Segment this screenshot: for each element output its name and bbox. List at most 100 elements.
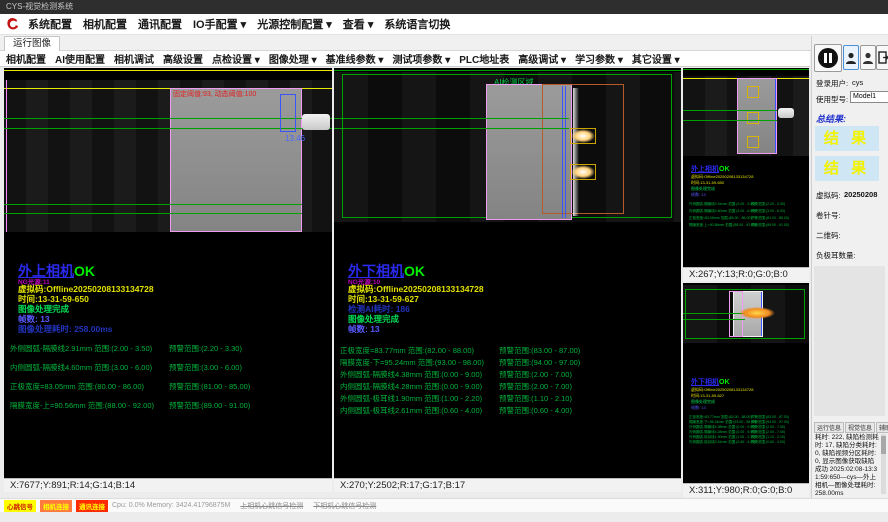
user-icon — [863, 52, 873, 64]
measurement-row: 内侧圆弧-隔膜线4.60mm 范围:(3.00 - 6.00) 预警范围:(3.… — [10, 362, 332, 372]
edge-glow — [573, 88, 579, 216]
measurement-text: 外侧圆弧-极耳线1.90mm 范围:(1.00 - 2.20) — [689, 435, 755, 439]
frame-count-line: 帧数: 13 — [691, 192, 706, 198]
camera-result-title: 外下相机OK — [691, 377, 730, 387]
camera-image-upper-outer[interactable]: 固定阈值:93, 动态阈值:100 13.46 — [4, 80, 332, 232]
measurement-warn: 预警范围:(81.00 - 85.00) — [751, 216, 789, 221]
measurement-text: 隔膜宽度-下=95.24mm 范围:(93.00 - 98.00) — [689, 420, 756, 424]
tool-ai-use-config[interactable]: AI使用配置 — [55, 51, 105, 66]
elapsed-line: 图像处理耗时: 258.00ms — [18, 323, 112, 335]
qr-code-label: 二维码: — [816, 230, 841, 241]
tool-spot-check[interactable]: 点检设置 ▾ — [212, 51, 260, 66]
side-panel: 登录用户: cys 使用型号: Model1 总结果: 结 果 结 果 虚拟码:… — [811, 36, 888, 498]
log-scrollbar-thumb[interactable] — [881, 436, 886, 454]
measurement-warn: 预警范围:(89.00 - 91.00) — [169, 400, 250, 411]
app-logo-icon — [4, 16, 22, 32]
heartbeat-badge: 心跳信号 — [4, 500, 36, 512]
tool-test-params[interactable]: 测试项参数 ▾ — [392, 51, 450, 66]
tool-baseline-params[interactable]: 基准线参数 ▾ — [326, 51, 384, 66]
measurement-text: 外侧圆弧-隔膜线2.91mm 范围:(2.00 - 3.50) — [689, 202, 755, 206]
lower-camera-heartbeat-status: 下相机心跳信号检测 — [313, 501, 376, 511]
cpu-memory-status: Cpu: 0.0% Memory: 3424.41796875M — [112, 502, 230, 509]
tab-run-image[interactable]: 运行图像 — [4, 36, 60, 51]
threshold-label: 固定阈值:93, 动态阈值:100 — [173, 89, 256, 99]
measurement-text: 内侧圆弧-极耳线2.61mm 范围:(0.60 - 4.00) — [689, 440, 755, 444]
tool-image-process[interactable]: 图像处理 ▾ — [269, 51, 317, 66]
camera-image-small-bottom[interactable] — [683, 285, 809, 343]
roi-box — [280, 94, 296, 132]
model-field[interactable]: Model1 — [850, 91, 888, 103]
pixel-coord-bar: X:267;Y:13;R:0;G:0;B:0 — [683, 267, 809, 281]
measure-line — [334, 118, 569, 119]
tab-aux-info[interactable]: 辅助信息 — [876, 422, 888, 433]
measurement-text: 隔膜宽度-下=95.24mm 范围:(93.00 - 98.00) — [340, 357, 484, 368]
measurement-warn: 预警范围:(1.10 - 2.10) — [499, 393, 572, 404]
bright-spot — [570, 128, 596, 144]
upper-camera-heartbeat-status: 上相机心跳信号检测 — [240, 501, 303, 511]
tool-advanced-settings[interactable]: 高级设置 — [163, 51, 203, 66]
user-login-button[interactable] — [843, 45, 859, 70]
camera-result: OK — [719, 379, 730, 386]
bright-spot — [739, 307, 775, 319]
tool-learn-params[interactable]: 学习参数 ▾ — [575, 51, 623, 66]
measurement-warn: 预警范围:(81.00 - 85.00) — [169, 381, 250, 392]
result-box-upper: 结 果 — [815, 126, 879, 151]
menu-view[interactable]: 查看 ▾ — [343, 16, 374, 32]
menu-light-config[interactable]: 光源控制配置 ▾ — [257, 16, 332, 32]
measurement-text: 隔膜宽度-上=90.56mm 范围:(88.00 - 92.00) — [10, 400, 154, 411]
camera-image-small-top[interactable] — [683, 76, 809, 156]
menu-comm-config[interactable]: 通讯配置 — [138, 16, 182, 32]
window-titlebar: CYS-视觉检测系统 — [0, 0, 888, 14]
overlay-line — [4, 70, 332, 71]
measurement-row: 内侧圆弧-隔膜线4.28mm 范围:(0.00 - 9.00) 预警范围:(2.… — [340, 381, 681, 391]
measurement-text: 外侧圆弧-隔膜线4.38mm 范围:(0.00 - 9.00) — [689, 425, 755, 429]
comm-connect-badge: 通讯连接 — [76, 500, 108, 512]
log-scrollbar[interactable] — [881, 434, 886, 494]
measurement-warn: 预警范围:(89.00 - 91.00) — [751, 223, 789, 228]
measurement-row: 外侧圆弧-隔膜线2.91mm 范围:(2.00 - 3.50) 预警范围:(2.… — [689, 202, 755, 207]
tool-advanced-debug[interactable]: 高级调试 ▾ — [518, 51, 566, 66]
camera-view-small-top: 外上相机OK 虚拟码:Offline20250208133134728 时间:1… — [683, 68, 809, 281]
measurement-text: 内侧圆弧-隔膜线4.28mm 范围:(0.00 - 9.00) — [689, 430, 755, 434]
measurement-warn: 预警范围:(0.60 - 4.00) — [499, 405, 572, 416]
overlay-line — [683, 69, 809, 70]
menu-camera-config[interactable]: 相机配置 — [83, 16, 127, 32]
measurement-text: 正极宽度=83.77mm 范围:(82.00 - 88.00) — [340, 345, 474, 356]
user-switch-button[interactable] — [860, 45, 876, 70]
log-text: 耗时: 222, 缺陷检测耗时: 17, 缺陷分类耗时: 0, 缺陷视频分区耗时… — [815, 434, 879, 494]
toolbar: 相机配置 AI使用配置 相机调试 高级设置 点检设置 ▾ 图像处理 ▾ 基准线参… — [0, 51, 810, 67]
tool-camera-debug[interactable]: 相机调试 — [114, 51, 154, 66]
roi-box — [747, 136, 759, 148]
overlay-line — [6, 80, 7, 232]
tool-other-settings[interactable]: 其它设置 ▾ — [632, 51, 680, 66]
measurement-text: 隔膜宽度-上=90.56mm 范围:(88.00 - 92.00) — [689, 223, 756, 227]
measurement-text: 外侧圆弧-隔膜线2.91mm 范围:(2.00 - 3.50) — [10, 343, 152, 354]
bright-spot — [570, 164, 596, 180]
measurement-warn: 预警范围:(2.00 - 7.00) — [499, 369, 572, 380]
pause-button[interactable] — [814, 44, 842, 72]
measure-line — [4, 204, 302, 205]
menu-io-config[interactable]: IO手配置 ▾ — [193, 16, 246, 32]
measurement-warn: 预警范围:(2.20 - 3.30) — [751, 202, 785, 207]
connector-tab — [302, 114, 330, 130]
measurement-text: 内侧圆弧-隔膜线4.60mm 范围:(3.00 - 6.00) — [10, 362, 152, 373]
exit-door-icon — [878, 51, 888, 64]
camera-view-upper-outer: 固定阈值:93, 动态阈值:100 13.46 外上相机OK NG光源:11 虚… — [4, 68, 332, 492]
menu-bar: 系统配置 相机配置 通讯配置 IO手配置 ▾ 光源控制配置 ▾ 查看 ▾ 系统语… — [0, 14, 888, 35]
measurement-warn: 预警范围:(0.60 - 4.00) — [751, 440, 785, 445]
camera-image-lower-outer[interactable]: AI检测区域 — [334, 72, 681, 222]
menu-language-switch[interactable]: 系统语言切换 — [384, 16, 450, 32]
menu-system-config[interactable]: 系统配置 — [28, 16, 72, 32]
measurement-text: 内侧圆弧-极耳线2.61mm 范围:(0.60 - 4.00) — [340, 405, 482, 416]
measurement-warn: 预警范围:(94.00 - 97.00) — [499, 357, 580, 368]
tool-plc-address[interactable]: PLC地址表 — [459, 51, 509, 66]
camera-name: 外上相机 — [691, 166, 719, 173]
measure-line — [683, 120, 777, 121]
measurement-warn: 预警范围:(83.00 - 87.00) — [499, 345, 580, 356]
exit-button[interactable] — [876, 45, 888, 70]
camera-name: 外下相机 — [691, 379, 719, 386]
camera-view-lower-outer: AI检测区域 外下相机OK NG光源:10 虚拟码:Offline2025020… — [334, 68, 681, 492]
tool-camera-config[interactable]: 相机配置 — [6, 51, 46, 66]
tab-run-info[interactable]: 运行信息 — [814, 422, 844, 433]
tab-vision-info[interactable]: 视觉信息 — [845, 422, 875, 433]
